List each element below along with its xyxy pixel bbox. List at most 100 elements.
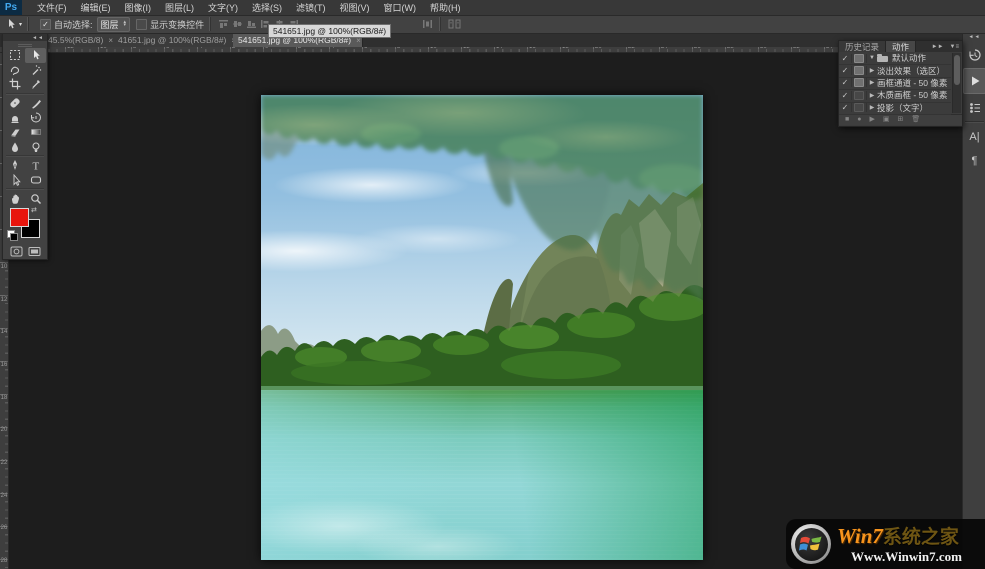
- toggle-item-check-icon[interactable]: ✓: [839, 54, 852, 63]
- action-row[interactable]: ✓ ▶ 淡出效果（选区）: [839, 64, 951, 77]
- stop-playing-icon[interactable]: ■: [845, 115, 849, 125]
- tools-panel-grabber[interactable]: [3, 41, 47, 48]
- distribute-icon[interactable]: [422, 19, 433, 29]
- menu-layer[interactable]: 图层(L): [158, 0, 201, 15]
- folder-icon: [877, 54, 889, 62]
- swap-colors-icon[interactable]: ⇄: [31, 206, 37, 214]
- shape-tool[interactable]: [25, 173, 46, 188]
- document-tab-1[interactable]: 45.5%(RGB/8) ×: [44, 33, 119, 47]
- tab-history[interactable]: 历史记录: [839, 41, 886, 52]
- crop-tool[interactable]: [4, 77, 25, 92]
- pen-tool[interactable]: [4, 158, 25, 173]
- action-label: 投影（文字）: [877, 102, 928, 114]
- document-tab-2[interactable]: 41651.jpg @ 100%(RGB/8#) ×: [113, 33, 239, 47]
- actions-panel-icon[interactable]: [963, 68, 985, 94]
- history-brush-tool[interactable]: [25, 110, 46, 125]
- align-bottom-edges-icon[interactable]: [246, 19, 257, 29]
- scrollbar-thumb[interactable]: [954, 55, 960, 85]
- disclosure-right-icon[interactable]: ▶: [867, 79, 877, 86]
- scrollbar[interactable]: [952, 53, 961, 113]
- disclosure-right-icon[interactable]: ▶: [867, 92, 877, 99]
- dialog-toggle-icon[interactable]: [852, 103, 867, 112]
- path-selection-tool[interactable]: [4, 173, 25, 188]
- tool-group-divider: [6, 155, 44, 157]
- panel-dock: ◄◄ A| ¶: [962, 33, 985, 569]
- brush-tool[interactable]: [25, 96, 46, 111]
- align-vertical-centers-icon[interactable]: [232, 19, 243, 29]
- toggle-item-check-icon[interactable]: ✓: [839, 103, 852, 112]
- action-row[interactable]: ✓ ▶ 木质画框 - 50 像素: [839, 89, 951, 102]
- menu-window[interactable]: 窗口(W): [377, 0, 424, 15]
- dodge-tool[interactable]: [25, 140, 46, 155]
- watermark-brand: Win7: [837, 524, 883, 548]
- collapse-double-arrow-icon[interactable]: ◄◄: [32, 35, 44, 41]
- toggle-item-check-icon[interactable]: ✓: [839, 78, 852, 87]
- ruler-number: 28: [0, 558, 8, 564]
- magic-wand-tool[interactable]: [25, 63, 46, 78]
- auto-select-dropdown[interactable]: 图层 ▴▾: [97, 17, 131, 32]
- dialog-toggle-icon[interactable]: [852, 78, 867, 87]
- action-row[interactable]: ✓ ▶ 画框通道 - 50 像素: [839, 77, 951, 90]
- disclosure-right-icon[interactable]: ▶: [867, 67, 877, 74]
- dialog-toggle-icon[interactable]: [852, 91, 867, 100]
- paragraph-panel-icon[interactable]: ¶: [964, 150, 985, 171]
- tab-label: 45.5%(RGB/8): [48, 35, 103, 45]
- rectangular-marquee-tool[interactable]: [4, 48, 25, 63]
- foreground-color-swatch[interactable]: [10, 208, 29, 227]
- eyedropper-tool[interactable]: [25, 77, 46, 92]
- screen-mode-icon[interactable]: [28, 246, 41, 257]
- eraser-tool[interactable]: [4, 125, 25, 140]
- play-selection-icon[interactable]: ▶: [869, 115, 874, 125]
- disclosure-right-icon[interactable]: ▶: [867, 104, 877, 111]
- hand-tool[interactable]: [4, 191, 25, 206]
- clone-stamp-tool[interactable]: [4, 110, 25, 125]
- action-row[interactable]: ✓ ▶ 投影（文字）: [839, 102, 951, 115]
- disclosure-down-icon[interactable]: ▼: [867, 55, 877, 61]
- align-top-edges-icon[interactable]: [218, 19, 229, 29]
- quick-mask-icon[interactable]: [10, 246, 23, 257]
- separator: [439, 17, 441, 31]
- dialog-toggle-icon[interactable]: [852, 54, 867, 63]
- menu-type[interactable]: 文字(Y): [201, 0, 245, 15]
- default-colors-icon[interactable]: [7, 230, 16, 239]
- tools-panel-header[interactable]: ◄◄: [3, 34, 47, 41]
- collapse-dock-icon[interactable]: ◄◄: [963, 33, 985, 41]
- new-set-folder-icon[interactable]: ▣: [883, 115, 890, 125]
- canvas-image[interactable]: [261, 95, 703, 560]
- zoom-tool[interactable]: [25, 191, 46, 206]
- menu-select[interactable]: 选择(S): [245, 0, 289, 15]
- menu-edit[interactable]: 编辑(E): [74, 0, 118, 15]
- 3d-mode-icon[interactable]: [448, 19, 462, 29]
- menu-filter[interactable]: 滤镜(T): [289, 0, 333, 15]
- delete-icon[interactable]: 🗑: [911, 115, 920, 125]
- menu-image[interactable]: 图像(I): [118, 0, 159, 15]
- new-action-icon[interactable]: ⊞: [897, 115, 903, 125]
- dialog-toggle-icon[interactable]: [852, 66, 867, 75]
- lasso-tool[interactable]: [4, 63, 25, 78]
- character-panel-icon[interactable]: A|: [964, 126, 985, 147]
- expand-panel-icon[interactable]: ►►: [929, 41, 947, 52]
- action-row-default-set[interactable]: ✓ ▼ 默认动作: [839, 52, 951, 65]
- blur-tool[interactable]: [4, 140, 25, 155]
- gradient-tool[interactable]: [25, 125, 46, 140]
- menu-help[interactable]: 帮助(H): [423, 0, 468, 15]
- history-panel-icon[interactable]: [964, 44, 985, 65]
- move-tool-preset[interactable]: ▾: [5, 18, 22, 30]
- tool-group-divider: [6, 93, 44, 95]
- toolbox-footer: [3, 244, 47, 260]
- tab-actions[interactable]: 动作: [886, 41, 916, 52]
- panel-menu-icon[interactable]: ▼≡: [947, 41, 962, 52]
- toggle-item-check-icon[interactable]: ✓: [839, 66, 852, 75]
- show-transform-checkbox[interactable]: [136, 19, 147, 30]
- properties-panel-icon[interactable]: [964, 97, 985, 118]
- menu-file[interactable]: 文件(F): [30, 0, 74, 15]
- begin-recording-icon[interactable]: ●: [857, 115, 861, 125]
- spot-healing-brush-tool[interactable]: [4, 96, 25, 111]
- toggle-item-check-icon[interactable]: ✓: [839, 91, 852, 100]
- move-tool[interactable]: [25, 48, 46, 63]
- photo-water-tint: [261, 390, 703, 560]
- menu-view[interactable]: 视图(V): [333, 0, 377, 15]
- ruler-number: 18: [0, 395, 8, 401]
- type-tool[interactable]: T: [25, 158, 46, 173]
- auto-select-checkbox[interactable]: ✓: [40, 19, 51, 30]
